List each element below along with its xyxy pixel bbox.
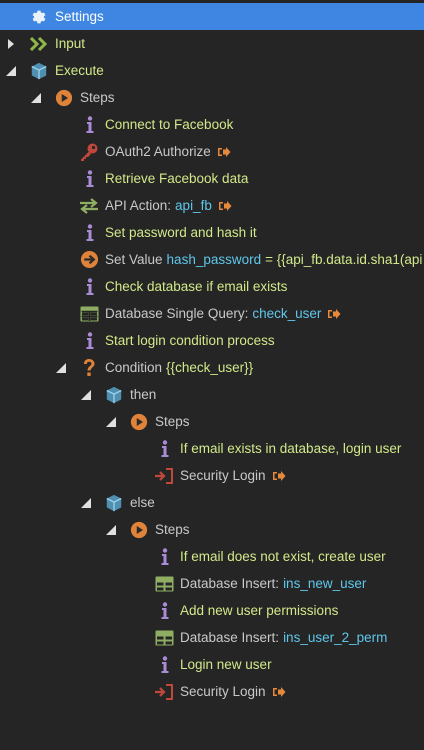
- tree-item-security-login[interactable]: Security Login: [0, 462, 424, 489]
- tree-item-label: Steps: [155, 414, 190, 429]
- play-icon: [54, 88, 74, 108]
- db-query-value: check_user: [252, 306, 322, 321]
- tree-item-label: If email exists in database, login user: [180, 441, 402, 456]
- open-action-icon[interactable]: [272, 686, 286, 698]
- tree-item-label: Security Login: [180, 468, 266, 483]
- set-value-expression: = {{api_fb.data.id.sha1(api: [265, 252, 423, 267]
- tree-item-else[interactable]: else: [0, 489, 424, 516]
- collapse-arrow-icon[interactable]: [55, 362, 67, 374]
- db-insert-value: ins_new_user: [283, 576, 367, 591]
- tree-item-label: Connect to Facebook: [105, 117, 234, 132]
- db-insert-value: ins_user_2_perm: [283, 630, 388, 645]
- table-icon: [79, 304, 99, 324]
- tree-item-label: Login new user: [180, 657, 272, 672]
- tree-item-label: Execute: [55, 63, 104, 78]
- tree-item-label: If email does not exist, create user: [180, 549, 386, 564]
- tree-item-input[interactable]: Input: [0, 30, 424, 57]
- exchange-arrows-icon: [79, 196, 99, 216]
- tree-item-label: Input: [55, 36, 86, 51]
- info-icon: [80, 169, 100, 189]
- tree-item-comment[interactable]: Start login condition process: [0, 327, 424, 354]
- tree-item-api-action[interactable]: API Action: api_fb: [0, 192, 424, 219]
- tree-item-db-insert[interactable]: Database Insert: ins_new_user: [0, 570, 424, 597]
- question-mark-icon: [79, 358, 99, 378]
- cube-icon: [29, 61, 49, 81]
- tree-item-label: Condition: [105, 360, 163, 375]
- gear-icon: [29, 7, 49, 27]
- cube-icon: [104, 493, 124, 513]
- info-icon: [155, 601, 175, 621]
- tree-item-security-login[interactable]: Security Login: [0, 678, 424, 705]
- tree-item-label: Security Login: [180, 684, 266, 699]
- collapse-arrow-icon[interactable]: [105, 524, 117, 536]
- tree-item-label: Settings: [55, 9, 104, 24]
- sign-in-icon: [154, 682, 174, 702]
- tree-item-label: Set Value: [105, 252, 163, 267]
- open-action-icon[interactable]: [272, 470, 286, 482]
- info-icon: [80, 223, 100, 243]
- tree-item-comment[interactable]: If email exists in database, login user: [0, 435, 424, 462]
- info-icon: [155, 655, 175, 675]
- tree-item-label: Add new user permissions: [180, 603, 339, 618]
- tree-item-comment[interactable]: Retrieve Facebook data: [0, 165, 424, 192]
- tree-item-label: Database Insert:: [180, 576, 280, 591]
- arrow-circle-icon: [79, 250, 99, 270]
- tree-item-then[interactable]: then: [0, 381, 424, 408]
- collapse-arrow-icon[interactable]: [105, 416, 117, 428]
- info-icon: [80, 115, 100, 135]
- action-tree: Settings Input Execute Steps Connect to …: [0, 0, 424, 750]
- tree-item-set-value[interactable]: Set Value hash_password = {{api_fb.data.…: [0, 246, 424, 273]
- info-icon: [80, 277, 100, 297]
- expand-arrow-icon[interactable]: [5, 38, 17, 50]
- tree-item-label: Database Single Query:: [105, 306, 249, 321]
- set-value-name: hash_password: [166, 252, 262, 267]
- double-chevron-icon: [29, 34, 49, 54]
- tree-item-label: Set password and hash it: [105, 225, 257, 240]
- tree-item-label: OAuth2 Authorize: [105, 144, 211, 159]
- api-action-value: api_fb: [175, 198, 212, 213]
- tree-item-comment[interactable]: If email does not exist, create user: [0, 543, 424, 570]
- tree-item-settings[interactable]: Settings: [0, 3, 424, 30]
- tree-item-label: Check database if email exists: [105, 279, 288, 294]
- info-icon: [155, 439, 175, 459]
- tree-item-label: Steps: [80, 90, 115, 105]
- tree-item-label: Steps: [155, 522, 190, 537]
- info-icon: [155, 547, 175, 567]
- collapse-arrow-icon[interactable]: [5, 65, 17, 77]
- sign-in-icon: [154, 466, 174, 486]
- tree-item-steps[interactable]: Steps: [0, 408, 424, 435]
- cube-icon: [104, 385, 124, 405]
- open-action-icon[interactable]: [218, 200, 232, 212]
- collapse-arrow-icon[interactable]: [80, 389, 92, 401]
- tree-item-condition[interactable]: Condition {{check_user}}: [0, 354, 424, 381]
- play-icon: [129, 412, 149, 432]
- play-icon: [129, 520, 149, 540]
- table-icon: [154, 628, 174, 648]
- info-icon: [80, 331, 100, 351]
- tree-item-comment[interactable]: Login new user: [0, 651, 424, 678]
- tree-item-db-insert[interactable]: Database Insert: ins_user_2_perm: [0, 624, 424, 651]
- table-icon: [154, 574, 174, 594]
- condition-value: {{check_user}}: [166, 360, 254, 375]
- tree-item-oauth[interactable]: OAuth2 Authorize: [0, 138, 424, 165]
- collapse-arrow-icon[interactable]: [80, 497, 92, 509]
- key-icon: [79, 142, 99, 162]
- tree-item-steps[interactable]: Steps: [0, 516, 424, 543]
- tree-item-db-query[interactable]: Database Single Query: check_user: [0, 300, 424, 327]
- tree-item-label: API Action:: [105, 198, 172, 213]
- tree-item-label: then: [130, 387, 157, 402]
- tree-item-label: Start login condition process: [105, 333, 275, 348]
- open-action-icon[interactable]: [217, 146, 231, 158]
- tree-item-steps[interactable]: Steps: [0, 84, 424, 111]
- open-action-icon[interactable]: [327, 308, 341, 320]
- tree-item-comment[interactable]: Add new user permissions: [0, 597, 424, 624]
- tree-item-comment[interactable]: Connect to Facebook: [0, 111, 424, 138]
- collapse-arrow-icon[interactable]: [30, 92, 42, 104]
- tree-item-comment[interactable]: Set password and hash it: [0, 219, 424, 246]
- tree-item-comment[interactable]: Check database if email exists: [0, 273, 424, 300]
- tree-item-label: else: [130, 495, 155, 510]
- tree-item-execute[interactable]: Execute: [0, 57, 424, 84]
- tree-item-label: Retrieve Facebook data: [105, 171, 249, 186]
- tree-item-label: Database Insert:: [180, 630, 280, 645]
